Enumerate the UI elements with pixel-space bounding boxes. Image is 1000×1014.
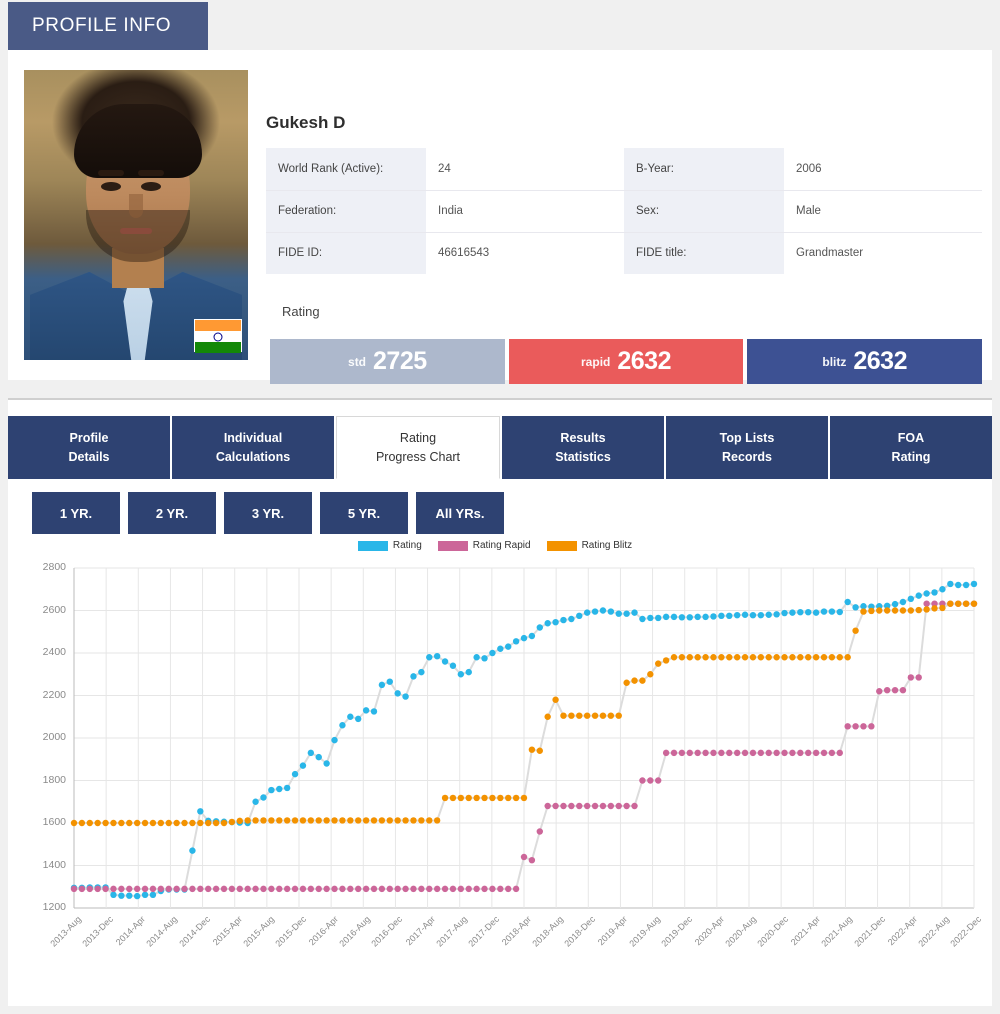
range-button-2yr[interactable]: 2 YR. bbox=[128, 492, 216, 534]
player-info-table: World Rank (Active): 24 B-Year: 2006 Fed… bbox=[266, 148, 982, 274]
ashoka-chakra-icon bbox=[213, 332, 223, 341]
rating-badge-blitz-label: blitz bbox=[822, 354, 847, 369]
tab-top-lists-records-line2: Records bbox=[721, 449, 773, 464]
rating-badge-std-value: 2725 bbox=[373, 347, 427, 375]
rating-badge-rapid-label: rapid bbox=[581, 354, 611, 369]
info-key-federation: Federation: bbox=[266, 190, 426, 233]
rating-badge-rapid: rapid 2632 bbox=[508, 339, 744, 384]
photo-nose bbox=[129, 194, 143, 218]
range-button-3yr[interactable]: 3 YR. bbox=[224, 492, 312, 534]
legend-label-rating-rapid: Rating Rapid bbox=[472, 540, 531, 551]
legend-item-rating[interactable]: Rating bbox=[357, 540, 422, 551]
legend-item-rating-blitz[interactable]: Rating Blitz bbox=[546, 540, 633, 551]
flag-stripe-green bbox=[195, 342, 241, 353]
rating-progress-panel: Profile Details Individual Calculations … bbox=[8, 398, 992, 1006]
info-key-sex: Sex: bbox=[624, 190, 784, 233]
tab-bar: Profile Details Individual Calculations … bbox=[8, 416, 992, 479]
table-row: Federation: India Sex: Male bbox=[266, 190, 982, 233]
tab-results-statistics-line1: Results bbox=[560, 431, 606, 446]
tab-results-statistics-line2: Statistics bbox=[555, 449, 611, 464]
table-row: FIDE ID: 46616543 FIDE title: Grandmaste… bbox=[266, 232, 982, 274]
info-value-fide-title: Grandmaster bbox=[784, 232, 982, 274]
rating-section-label: Rating bbox=[282, 304, 320, 319]
legend-swatch-rating-rapid bbox=[437, 540, 468, 551]
tab-foa-rating[interactable]: FOA Rating bbox=[830, 416, 992, 479]
photo-brow-right bbox=[138, 170, 164, 176]
legend-swatch-rating bbox=[357, 540, 388, 551]
chart-y-tick-label: 1400 bbox=[42, 858, 66, 871]
rating-badge-blitz: blitz 2632 bbox=[747, 339, 983, 384]
range-button-5yr[interactable]: 5 YR. bbox=[320, 492, 408, 534]
info-value-fide-id: 46616543 bbox=[426, 232, 624, 274]
rating-chart: Rating Rating Rapid Rating Blitz 1200 140… bbox=[8, 540, 992, 1000]
profile-card: Gukesh D World Rank (Active): 24 B-Year:… bbox=[8, 50, 992, 384]
india-flag-icon bbox=[194, 319, 242, 353]
rating-badges: std 2725 rapid 2632 blitz 2632 bbox=[270, 339, 983, 384]
info-key-world-rank: World Rank (Active): bbox=[266, 148, 426, 191]
chart-plot-area: 1200 1400 1600 1800 2000 2200 2400 2600 2800 2013… bbox=[8, 558, 992, 1000]
tab-individual-calculations-line2: Calculations bbox=[215, 449, 291, 464]
legend-label-rating: Rating bbox=[392, 540, 422, 551]
rating-badge-std: std 2725 bbox=[270, 339, 505, 384]
tab-foa-rating-line2: Rating bbox=[891, 449, 931, 464]
tab-rating-progress-chart-line2: Progress Chart bbox=[375, 449, 461, 464]
chart-y-tick-label: 2800 bbox=[42, 561, 66, 573]
info-value-byear: 2006 bbox=[784, 148, 982, 191]
page-title: PROFILE INFO bbox=[8, 2, 208, 50]
range-button-group: 1 YR. 2 YR. 3 YR. 5 YR. All YRs. bbox=[32, 492, 504, 534]
tab-individual-calculations[interactable]: Individual Calculations bbox=[172, 416, 334, 479]
tab-foa-rating-line1: FOA bbox=[897, 431, 925, 446]
legend-swatch-rating-blitz bbox=[546, 540, 577, 551]
rating-badge-rapid-value: 2632 bbox=[617, 347, 671, 375]
chart-y-tick-label: 2000 bbox=[42, 731, 66, 743]
info-value-world-rank: 24 bbox=[426, 148, 624, 191]
info-value-federation: India bbox=[426, 190, 624, 233]
photo-brow-left bbox=[98, 170, 124, 176]
photo-eye-right bbox=[141, 182, 161, 191]
player-photo bbox=[24, 70, 248, 360]
info-key-fide-id: FIDE ID: bbox=[266, 232, 426, 274]
range-button-1yr[interactable]: 1 YR. bbox=[32, 492, 120, 534]
rating-badge-blitz-value: 2632 bbox=[853, 347, 907, 375]
range-button-allyrs[interactable]: All YRs. bbox=[416, 492, 504, 534]
tab-profile-details-line2: Details bbox=[68, 449, 110, 464]
tab-profile-details-line1: Profile bbox=[69, 431, 109, 446]
chart-y-tick-label: 1200 bbox=[42, 901, 66, 913]
tab-profile-details[interactable]: Profile Details bbox=[8, 416, 170, 479]
photo-hair bbox=[74, 104, 202, 178]
tab-results-statistics[interactable]: Results Statistics bbox=[502, 416, 664, 479]
chart-y-tick-label: 1800 bbox=[42, 773, 66, 786]
info-key-fide-title: FIDE title: bbox=[624, 232, 784, 274]
chart-y-tick-label: 2600 bbox=[42, 603, 66, 616]
tab-top-lists-records-line1: Top Lists bbox=[719, 431, 775, 446]
header-bar: PROFILE INFO bbox=[0, 0, 1000, 52]
player-name: Gukesh D bbox=[266, 113, 346, 132]
info-value-sex: Male bbox=[784, 190, 982, 233]
tab-top-lists-records[interactable]: Top Lists Records bbox=[666, 416, 828, 479]
info-key-byear: B-Year: bbox=[624, 148, 784, 191]
flag-stripe-white bbox=[195, 331, 241, 342]
table-row: World Rank (Active): 24 B-Year: 2006 bbox=[266, 148, 982, 191]
rating-badge-std-label: std bbox=[348, 354, 367, 369]
chart-y-tick-label: 1600 bbox=[42, 816, 66, 828]
chart-legend: Rating Rating Rapid Rating Blitz bbox=[8, 540, 992, 551]
photo-mouth bbox=[120, 228, 152, 234]
tab-rating-progress-chart[interactable]: Rating Progress Chart bbox=[336, 416, 500, 479]
flag-stripe-saffron bbox=[195, 320, 241, 331]
chart-y-tick-label: 2200 bbox=[42, 688, 66, 701]
chart-y-tick-label: 2400 bbox=[42, 646, 66, 658]
tab-rating-progress-chart-line1: Rating bbox=[399, 431, 437, 446]
photo-eye-left bbox=[101, 182, 121, 191]
tab-individual-calculations-line1: Individual bbox=[223, 431, 283, 446]
legend-label-rating-blitz: Rating Blitz bbox=[581, 540, 633, 551]
legend-item-rating-rapid[interactable]: Rating Rapid bbox=[437, 540, 531, 551]
